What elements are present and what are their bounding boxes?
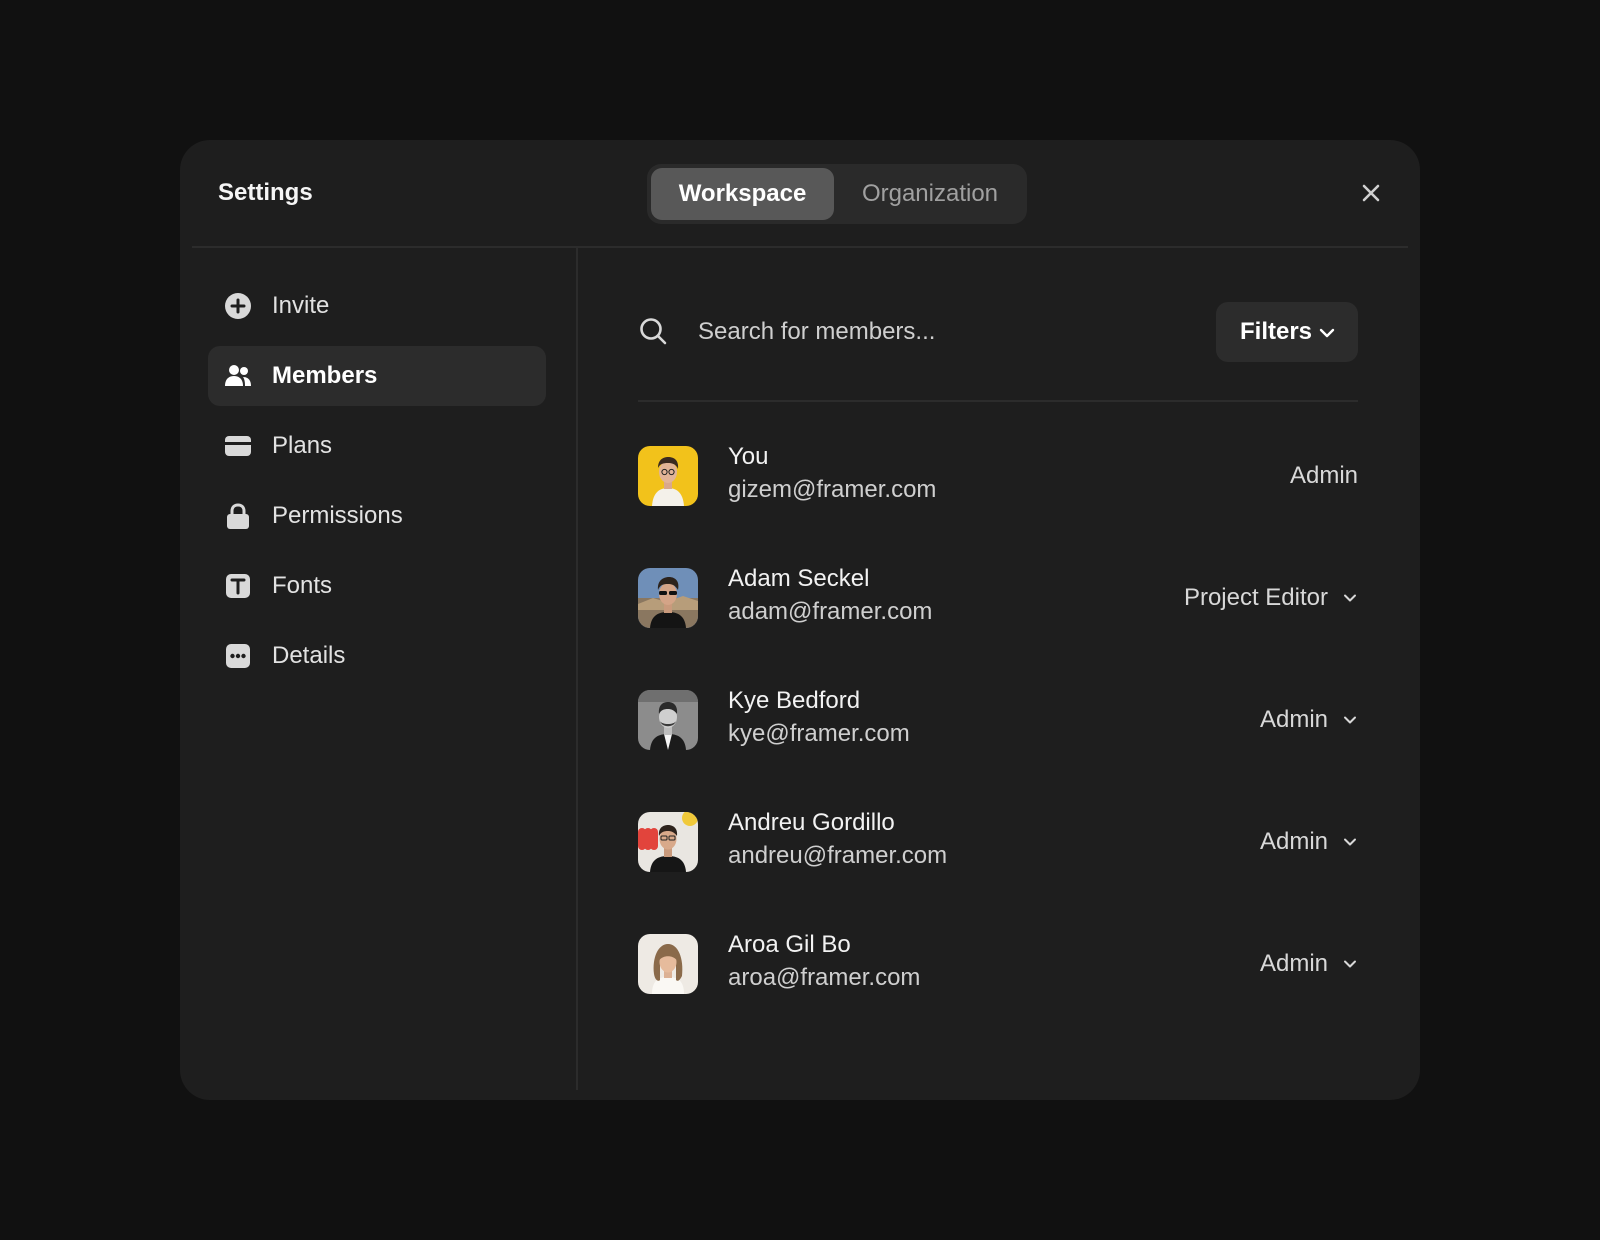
member-email: gizem@framer.com (728, 476, 937, 503)
tab-organization[interactable]: Organization (837, 168, 1023, 220)
chevron-down-icon (1344, 594, 1356, 602)
member-name: Kye Bedford (728, 687, 861, 714)
member-email: kye@framer.com (728, 720, 910, 747)
text-t-icon (226, 574, 250, 598)
member-email: aroa@framer.com (728, 964, 921, 991)
member-row: Kye Bedford kye@framer.com Admin (638, 687, 1358, 750)
plus-circle-icon (225, 293, 251, 319)
modal-title: Settings (218, 179, 313, 206)
settings-modal: Settings Workspace Organization Invite M… (180, 140, 1420, 1100)
avatar (638, 690, 698, 750)
lock-icon (227, 503, 249, 529)
avatar (638, 568, 698, 628)
sidebar-item-label: Invite (272, 292, 330, 319)
sidebar-item-plans[interactable]: Plans (208, 416, 546, 476)
member-row: Adam Seckel adam@framer.com Project Edit… (638, 565, 1358, 628)
chevron-down-icon (1344, 838, 1356, 846)
avatar (638, 812, 698, 872)
chevron-down-icon (1344, 960, 1356, 968)
filters-button[interactable]: Filters (1216, 302, 1358, 362)
avatar (638, 934, 698, 994)
member-role-select[interactable]: Admin (1260, 934, 1358, 994)
member-role-select[interactable]: Admin (1260, 690, 1358, 750)
member-row: Aroa Gil Bo aroa@framer.com Admin (638, 931, 1358, 994)
member-row: You gizem@framer.com Admin (638, 443, 1358, 506)
tab-workspace[interactable]: Workspace (651, 168, 834, 220)
search-input[interactable] (698, 308, 1178, 356)
member-role-value: Admin (1259, 706, 1328, 733)
avatar (638, 446, 698, 506)
sidebar-item-details[interactable]: Details (208, 626, 546, 686)
sidebar-item-label: Plans (272, 432, 333, 459)
sidebar-item-permissions[interactable]: Permissions (208, 486, 546, 546)
sidebar-item-label: Permissions (272, 502, 403, 529)
scope-segmented-control: Workspace Organization (647, 164, 1027, 224)
sidebar-item-invite[interactable]: Invite (208, 276, 546, 336)
credit-card-icon (225, 436, 251, 456)
member-role-select[interactable]: Admin (1260, 812, 1358, 872)
member-name: Adam Seckel (728, 565, 870, 592)
sidebar-item-label: Fonts (272, 572, 333, 599)
chevron-down-icon (1344, 716, 1356, 724)
more-dots-icon (226, 644, 250, 668)
sidebar-item-fonts[interactable]: Fonts (208, 556, 546, 616)
sidebar-item-label: Details (272, 642, 346, 669)
member-role-value: Project Editor (1183, 584, 1328, 611)
member-role-value: Admin (1259, 950, 1328, 977)
chevron-down-icon (1319, 328, 1335, 338)
member-role: Admin (1289, 462, 1358, 489)
users-icon (225, 365, 251, 386)
members-list: You gizem@framer.com Admin Adam Seckel a… (638, 443, 1358, 1056)
member-email: adam@framer.com (728, 598, 933, 625)
close-icon (1362, 184, 1380, 202)
close-button[interactable] (1354, 176, 1388, 210)
member-role-select[interactable]: Project Editor (1184, 568, 1358, 628)
member-name: Andreu Gordillo (728, 809, 895, 836)
member-role-value: Admin (1259, 828, 1328, 855)
sidebar-item-members[interactable]: Members (208, 346, 546, 406)
member-row: Andreu Gordillo andreu@framer.com Admin (638, 809, 1358, 872)
filters-label: Filters (1240, 318, 1313, 345)
sidebar-item-label: Members (272, 362, 378, 389)
modal-header: Settings Workspace Organization (192, 140, 1408, 248)
settings-sidebar: Invite Members Plans Permissions Fonts D… (208, 276, 546, 696)
sidebar-divider (576, 246, 578, 1090)
member-name: You (728, 443, 769, 470)
search-bar: Filters (638, 302, 1358, 402)
members-panel: Filters (638, 302, 1358, 994)
member-email: andreu@framer.com (728, 842, 948, 869)
search-icon (640, 318, 667, 345)
member-name: Aroa Gil Bo (728, 931, 851, 958)
